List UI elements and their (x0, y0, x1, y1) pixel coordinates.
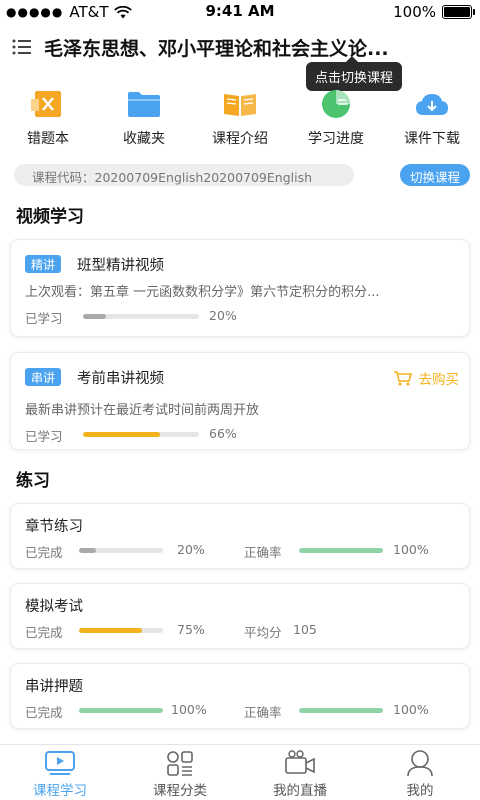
accuracy-fill (299, 548, 383, 553)
menu-list-icon[interactable] (12, 38, 32, 56)
card-name: 班型精讲视频 (77, 258, 164, 274)
shortcut-progress[interactable]: 学习进度 (288, 88, 384, 152)
course-code: 课程代码：20200709English20200709English (14, 164, 354, 186)
practice-card-chapter[interactable]: 章节练习 已完成 20% 正确率 100% (10, 503, 470, 569)
wrong-notebook-icon (29, 88, 67, 120)
completed-value: 20% (177, 542, 205, 557)
completed-fill (79, 628, 142, 633)
course-title[interactable]: 毛泽东思想、邓小平理论和社会主义论... (44, 34, 464, 61)
progress-value: 20% (209, 308, 237, 323)
video-card-review[interactable]: 串讲 考前串讲视频 去购买 最新串讲预计在最近考试时间前两周开放 已学习 66% (10, 352, 470, 450)
completed-bar (79, 708, 163, 713)
cart-icon (393, 371, 412, 386)
status-right: 100% (393, 3, 475, 21)
review-tag: 串讲 (25, 368, 62, 386)
average-score-label: 平均分 (244, 625, 282, 640)
completed-label: 已完成 (25, 625, 63, 640)
live-camera-icon (283, 749, 317, 777)
switch-course-tooltip: 点击切换课程 (306, 56, 403, 91)
progress-label: 已学习 (25, 429, 63, 444)
completed-bar (79, 628, 163, 633)
profile-icon (403, 749, 437, 777)
battery-percent: 100% (393, 3, 436, 21)
shortcut-favorites[interactable]: 收藏夹 (96, 88, 192, 152)
book-icon (221, 88, 259, 120)
practice-card-predict[interactable]: 串讲押题 已完成 100% 正确率 100% (10, 663, 470, 729)
card-name: 串讲押题 (25, 679, 83, 695)
pie-chart-icon (317, 88, 355, 120)
video-section-title: 视频学习 (16, 207, 84, 227)
shortcut-wrong-notebook[interactable]: 错题本 (0, 88, 96, 152)
progress-fill (83, 314, 107, 319)
completed-fill (79, 708, 163, 713)
tab-mine[interactable]: 我的 (360, 745, 480, 800)
last-watched: 上次观看：第五章 一元函数数积分学》第六节定积分的积分... (25, 285, 380, 300)
course-code-row: 课程代码：20200709English20200709English 切换课程 (14, 164, 470, 186)
average-score-value: 105 (293, 622, 317, 637)
folder-icon (125, 88, 163, 120)
status-bar: ●●●●● AT&T 9:41 AM 100% (0, 0, 480, 24)
switch-course-button[interactable]: 切换课程 (399, 164, 470, 186)
buy-button[interactable]: 去购买 (393, 368, 460, 388)
shortcut-label: 课件下载 (404, 131, 460, 147)
buy-label: 去购买 (418, 372, 460, 388)
lecture-tag: 精讲 (25, 255, 62, 273)
completed-label: 已完成 (25, 545, 63, 560)
accuracy-label: 正确率 (244, 705, 282, 720)
tab-course-category[interactable]: 课程分类 (120, 745, 240, 800)
shortcut-label: 学习进度 (308, 131, 364, 147)
card-name: 模拟考试 (25, 599, 83, 615)
card-name: 章节练习 (25, 519, 83, 535)
cloud-download-icon (413, 88, 451, 120)
bottom-tab-bar: 课程学习 课程分类 我的直播 我的 (0, 744, 480, 800)
shortcut-course-intro[interactable]: 课程介绍 (192, 88, 288, 152)
review-notice: 最新串讲预计在最近考试时间前两周开放 (25, 403, 260, 418)
progress-bar (83, 432, 199, 437)
category-grid-icon (163, 749, 197, 777)
tab-label: 课程分类 (153, 783, 207, 799)
practice-section-title: 练习 (16, 471, 50, 491)
practice-card-mock-exam[interactable]: 模拟考试 已完成 75% 平均分 105 (10, 583, 470, 649)
completed-value: 100% (171, 702, 207, 717)
battery-icon (442, 5, 475, 19)
tab-course-study[interactable]: 课程学习 (0, 745, 120, 800)
accuracy-label: 正确率 (244, 545, 282, 560)
accuracy-bar (299, 548, 383, 553)
progress-fill (83, 432, 160, 437)
progress-value: 66% (209, 426, 237, 441)
accuracy-value: 100% (393, 702, 429, 717)
shortcut-label: 收藏夹 (123, 131, 165, 147)
completed-value: 75% (177, 622, 205, 637)
completed-bar (79, 548, 163, 553)
shortcut-grid: 错题本 收藏夹 课程介绍 学习进度 课件下载 (0, 88, 480, 152)
accuracy-bar (299, 708, 383, 713)
video-card-lecture[interactable]: 精讲 班型精讲视频 上次观看：第五章 一元函数数积分学》第六节定积分的积分...… (10, 239, 470, 337)
accuracy-value: 100% (393, 542, 429, 557)
shortcut-download[interactable]: 课件下载 (384, 88, 480, 152)
progress-bar (83, 314, 199, 319)
progress-label: 已学习 (25, 311, 63, 326)
tab-label: 我的 (406, 783, 434, 799)
completed-label: 已完成 (25, 705, 63, 720)
completed-fill (79, 548, 96, 553)
shortcut-label: 课程介绍 (212, 131, 268, 147)
video-lesson-icon (43, 749, 77, 777)
tab-label: 课程学习 (33, 783, 87, 799)
header-bar: 毛泽东思想、邓小平理论和社会主义论... (0, 28, 480, 68)
tab-label: 我的直播 (273, 783, 327, 799)
card-name: 考前串讲视频 (77, 371, 164, 387)
tab-my-live[interactable]: 我的直播 (240, 745, 360, 800)
shortcut-label: 错题本 (27, 131, 69, 147)
accuracy-fill (299, 708, 383, 713)
